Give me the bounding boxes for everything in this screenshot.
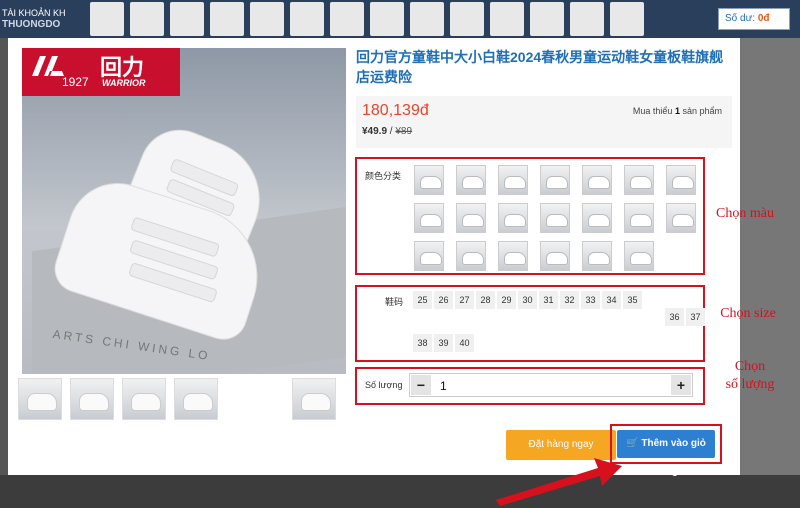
size-option[interactable]: 26 [434,291,453,309]
product-main-image: ARTS CHI WING LO 1927 回力 WARRIOR [22,48,346,374]
color-swatch[interactable] [582,241,612,271]
brand-logo: 1927 回力 WARRIOR [22,48,180,96]
color-swatch[interactable] [498,203,528,233]
bg-thumb [610,2,644,36]
color-swatch[interactable] [666,203,696,233]
size-option[interactable]: 34 [602,291,621,309]
annotation-size: Chọn size [720,306,776,321]
bg-thumb [370,2,404,36]
background-header: TÀI KHOẢN KH THUONGDO Số dư: 0đ [0,0,800,38]
color-swatch[interactable] [498,165,528,195]
balance-box: Số dư: 0đ [718,8,790,30]
thumbnail[interactable] [70,378,114,420]
add-to-cart-label: Thêm vào giỏ hàng [641,438,706,477]
product-title: 回力官方童鞋中大小白鞋2024春秋男童运动鞋女童板鞋旗舰店运费险 [356,49,724,85]
size-option[interactable]: 38 [413,334,432,352]
color-swatch[interactable] [498,241,528,271]
size-option[interactable]: 35 [623,291,642,309]
quantity-input[interactable]: 1 [440,379,447,393]
color-section: 颜色分类 [355,157,705,275]
price-cny: ¥49.9 / ¥89 [362,126,413,137]
warrior-logo-icon [32,56,64,76]
balance-value: 0đ [757,13,770,24]
color-swatch[interactable] [414,203,444,233]
color-swatch[interactable] [666,165,696,195]
balance-label: Số dư: [725,13,756,24]
min-qty-prefix: Mua thiểu [632,106,673,116]
color-swatch[interactable] [582,165,612,195]
size-option[interactable]: 39 [434,334,453,352]
background-thumbnails [90,0,690,38]
color-swatch[interactable] [456,203,486,233]
annotation-quantity: Chọn số lượng [708,358,792,394]
bg-thumb [90,2,124,36]
bg-thumb [170,2,204,36]
price-cny-original: ¥89 [395,126,413,137]
color-swatch[interactable] [456,165,486,195]
price-vnd: 180,139đ [362,102,429,119]
brand-label: THUONGDO [2,19,61,30]
color-swatch[interactable] [414,165,444,195]
quantity-increase-button[interactable]: + [671,375,691,395]
bg-thumb [130,2,164,36]
size-option[interactable]: 28 [476,291,495,309]
size-option[interactable]: 25 [413,291,432,309]
size-option[interactable]: 31 [539,291,558,309]
bg-thumb [290,2,324,36]
annotation-quantity-line2: số lượng [725,377,775,392]
logo-year: 1927 [62,75,89,89]
quantity-decrease-button[interactable]: − [411,375,431,395]
annotation-quantity-line1: Chọn [734,359,766,374]
account-info: TÀI KHOẢN KH THUONGDO [0,8,82,30]
thumbnail-row [18,378,348,422]
bg-thumb [250,2,284,36]
price-cny-current: ¥49.9 [362,126,388,137]
price-box: 180,139đ ¥49.9 / ¥89 Mua thiểu 1 sản phẩ… [356,96,732,148]
min-quantity-note: Mua thiểu 1 sản phẩm [633,106,722,116]
bg-thumb [210,2,244,36]
size-option[interactable]: 40 [455,334,474,352]
size-label: 鞋码 [385,297,404,307]
color-swatch[interactable] [456,241,486,271]
size-option[interactable]: 36 [665,308,684,326]
color-label: 颜色分类 [365,171,402,181]
red-arrow-icon [496,458,622,506]
product-modal: ARTS CHI WING LO 1927 回力 WARRIOR 回力官方童鞋中… [8,38,776,506]
thumbnail[interactable] [18,378,62,420]
logo-english: WARRIOR [102,78,146,88]
size-option[interactable]: 29 [497,291,516,309]
bg-thumb [410,2,444,36]
color-swatch[interactable] [540,241,570,271]
annotation-color: Chọn màu [716,206,774,221]
size-section: 鞋码 25 26 27 28 29 30 31 32 33 34 35 36 3… [355,285,705,362]
quantity-label: Số lượng [365,380,403,390]
quantity-section: Số lượng − 1 + [355,367,705,405]
size-option[interactable]: 37 [686,308,705,326]
size-option[interactable]: 27 [455,291,474,309]
color-swatch[interactable] [414,241,444,271]
bg-thumb [490,2,524,36]
thumbnail[interactable] [174,378,218,420]
bg-thumb [450,2,484,36]
color-swatch[interactable] [582,203,612,233]
color-swatch[interactable] [624,203,654,233]
min-qty-suffix: sản phẩm [682,106,722,116]
color-swatch[interactable] [624,165,654,195]
account-label: TÀI KHOẢN KH [2,8,66,18]
size-option[interactable]: 32 [560,291,579,309]
bg-thumb [570,2,604,36]
quantity-stepper: − 1 + [409,373,693,397]
color-swatch[interactable] [540,203,570,233]
min-qty-value: 1 [674,106,680,116]
size-option[interactable]: 30 [518,291,537,309]
bg-thumb [330,2,364,36]
background-right [740,38,800,475]
thumbnail[interactable] [122,378,166,420]
size-option[interactable]: 33 [581,291,600,309]
thumbnail[interactable] [292,378,336,420]
bg-thumb [530,2,564,36]
color-swatch[interactable] [540,165,570,195]
color-swatch[interactable] [624,241,654,271]
